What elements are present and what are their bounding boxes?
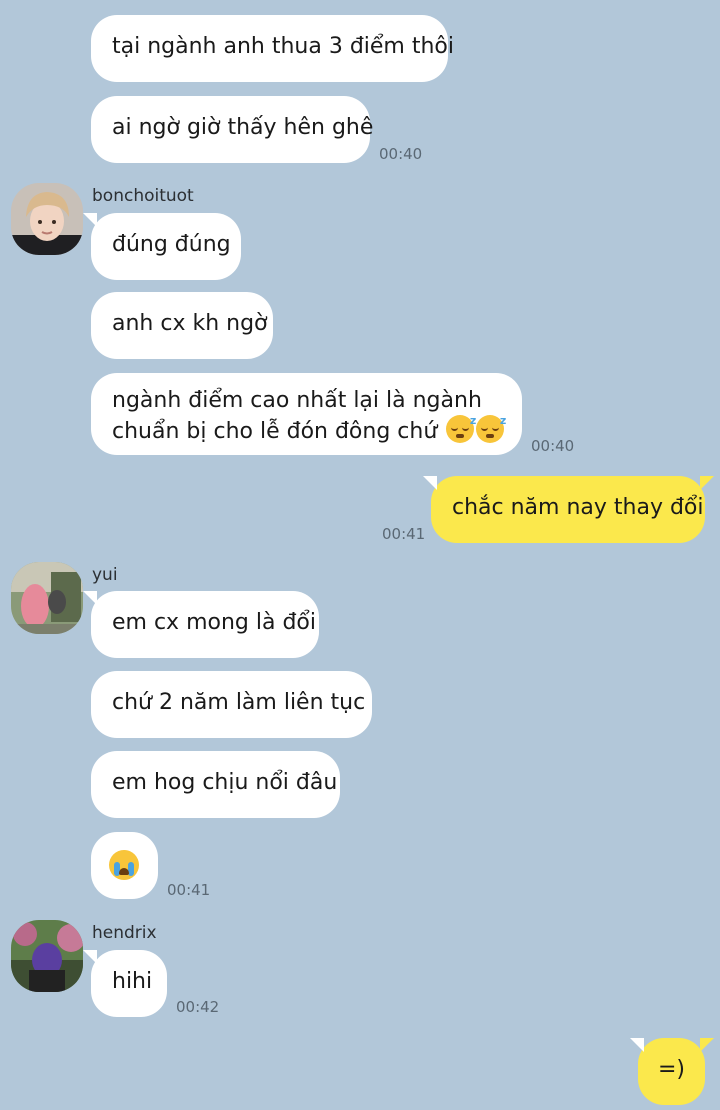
message-timestamp: 00:42: [176, 998, 220, 1016]
avatar[interactable]: [11, 920, 83, 992]
message-text: chứ 2 năm làm liên tục: [112, 690, 366, 715]
sender-name: yui: [92, 565, 118, 585]
sleeping-face-icon: z: [446, 414, 476, 443]
message-text: em cx mong là đổi: [112, 610, 316, 635]
message-text: ai ngờ giờ thấy hên ghê: [112, 115, 374, 140]
message-bubble[interactable]: [91, 832, 158, 899]
message-bubble[interactable]: hihi: [83, 950, 167, 1017]
message-bubble[interactable]: anh cx kh ngờ: [91, 292, 273, 359]
message-bubble-outgoing[interactable]: =): [630, 1038, 714, 1105]
avatar[interactable]: [11, 183, 83, 255]
avatar-photo-purple-hair: [11, 920, 83, 992]
message-text: tại ngành anh thua 3 điểm thôi: [112, 34, 454, 59]
avatar[interactable]: [11, 562, 83, 634]
message-bubble[interactable]: em cx mong là đổi: [83, 591, 319, 658]
sender-name: hendrix: [92, 923, 157, 943]
message-timestamp: 00:41: [382, 525, 426, 543]
message-timestamp: 00:40: [379, 145, 423, 163]
message-text: anh cx kh ngờ: [112, 311, 268, 336]
message-bubble[interactable]: ngành điểm cao nhất lại là ngành chuẩn b…: [91, 373, 522, 455]
sleeping-face-icon: z: [476, 414, 506, 443]
message-timestamp: 00:41: [167, 881, 211, 899]
message-bubble[interactable]: chứ 2 năm làm liên tục: [91, 671, 372, 738]
message-bubble[interactable]: em hog chịu nổi đâu: [91, 751, 340, 818]
message-text-line2: chuẩn bị cho lễ đón đông chứ zz: [112, 414, 506, 446]
sender-name: bonchoituot: [92, 186, 194, 206]
message-text: đúng đúng: [112, 232, 231, 257]
avatar-photo-pink-hair: [11, 562, 83, 634]
message-text: em hog chịu nổi đâu: [112, 770, 338, 795]
message-text: chắc năm nay thay đổi: [452, 495, 704, 520]
message-text: chuẩn bị cho lễ đón đông chứ: [112, 419, 438, 444]
message-bubble[interactable]: đúng đúng: [83, 213, 241, 280]
avatar-photo-blond-man: [11, 183, 83, 255]
message-bubble[interactable]: ai ngờ giờ thấy hên ghê: [91, 96, 374, 163]
message-timestamp: 00:40: [531, 437, 575, 455]
message-text: hihi: [112, 969, 153, 994]
message-text: =): [658, 1057, 686, 1082]
message-bubble-outgoing[interactable]: chắc năm nay thay đổi: [423, 476, 714, 543]
loudly-crying-face-icon: [109, 850, 139, 880]
message-bubble[interactable]: tại ngành anh thua 3 điểm thôi: [91, 15, 454, 82]
message-text: ngành điểm cao nhất lại là ngành: [112, 388, 482, 413]
